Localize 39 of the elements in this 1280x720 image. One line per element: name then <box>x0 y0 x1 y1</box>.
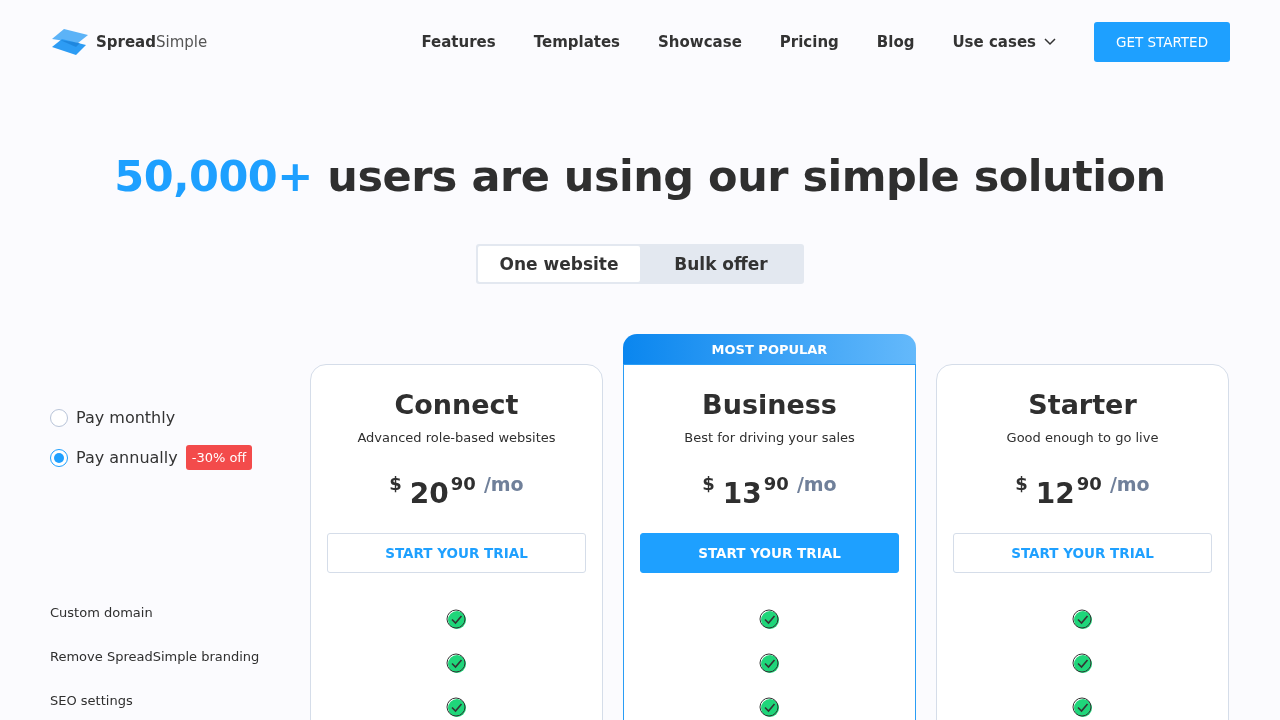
plan-name: Connect <box>393 389 520 420</box>
radio-button[interactable] <box>50 408 68 427</box>
currency-symbol: $ <box>389 473 402 494</box>
logo-text[interactable]: SpreadSimple <box>96 33 208 51</box>
price-amount: 13 <box>722 477 762 510</box>
nav-link[interactable]: Templates <box>533 33 621 51</box>
price-period: /mo <box>483 473 524 495</box>
nav-link[interactable]: Use cases <box>952 33 1056 51</box>
radio-button[interactable] <box>50 448 68 467</box>
nav-link[interactable]: Pricing <box>779 33 839 51</box>
discount-badge: -30% off <box>185 445 253 470</box>
chevron-down-icon <box>1044 38 1056 46</box>
feature-label: SEO settings <box>50 692 133 708</box>
price-amount: 12 <box>1035 477 1075 510</box>
nav-link[interactable]: Features <box>421 33 496 51</box>
logo-icon <box>50 27 88 57</box>
radio-label[interactable]: Pay annually <box>76 448 178 467</box>
price-amount: 20 <box>409 477 449 510</box>
plan-type-tab[interactable]: Bulk offer <box>640 246 802 282</box>
plan-subtitle: Good enough to go live <box>1005 430 1160 445</box>
feature-label: Remove SpreadSimple branding <box>50 648 260 664</box>
plan-subtitle: Best for driving your sales <box>683 430 856 445</box>
plan-name: Starter <box>1027 389 1138 420</box>
plan-subtitle: Advanced role-based websites <box>356 430 557 445</box>
currency-symbol: $ <box>702 473 715 494</box>
nav-link[interactable]: Showcase <box>658 33 742 51</box>
price-cents: 90 <box>450 473 476 494</box>
feature-label: Custom domain <box>50 604 153 620</box>
most-popular-banner: MOST POPULAR <box>623 334 916 364</box>
nav-link[interactable]: Blog <box>876 33 915 51</box>
radio-label[interactable]: Pay monthly <box>76 408 176 427</box>
currency-symbol: $ <box>1015 473 1028 494</box>
price-cents: 90 <box>763 473 789 494</box>
price-period: /mo <box>796 473 837 495</box>
plan-type-tab[interactable]: One website <box>478 246 640 282</box>
headline: 50,000+ users are using our simple solution <box>113 150 1167 203</box>
plan-name: Business <box>701 389 838 420</box>
price-period: /mo <box>1109 473 1150 495</box>
price-cents: 90 <box>1076 473 1102 494</box>
